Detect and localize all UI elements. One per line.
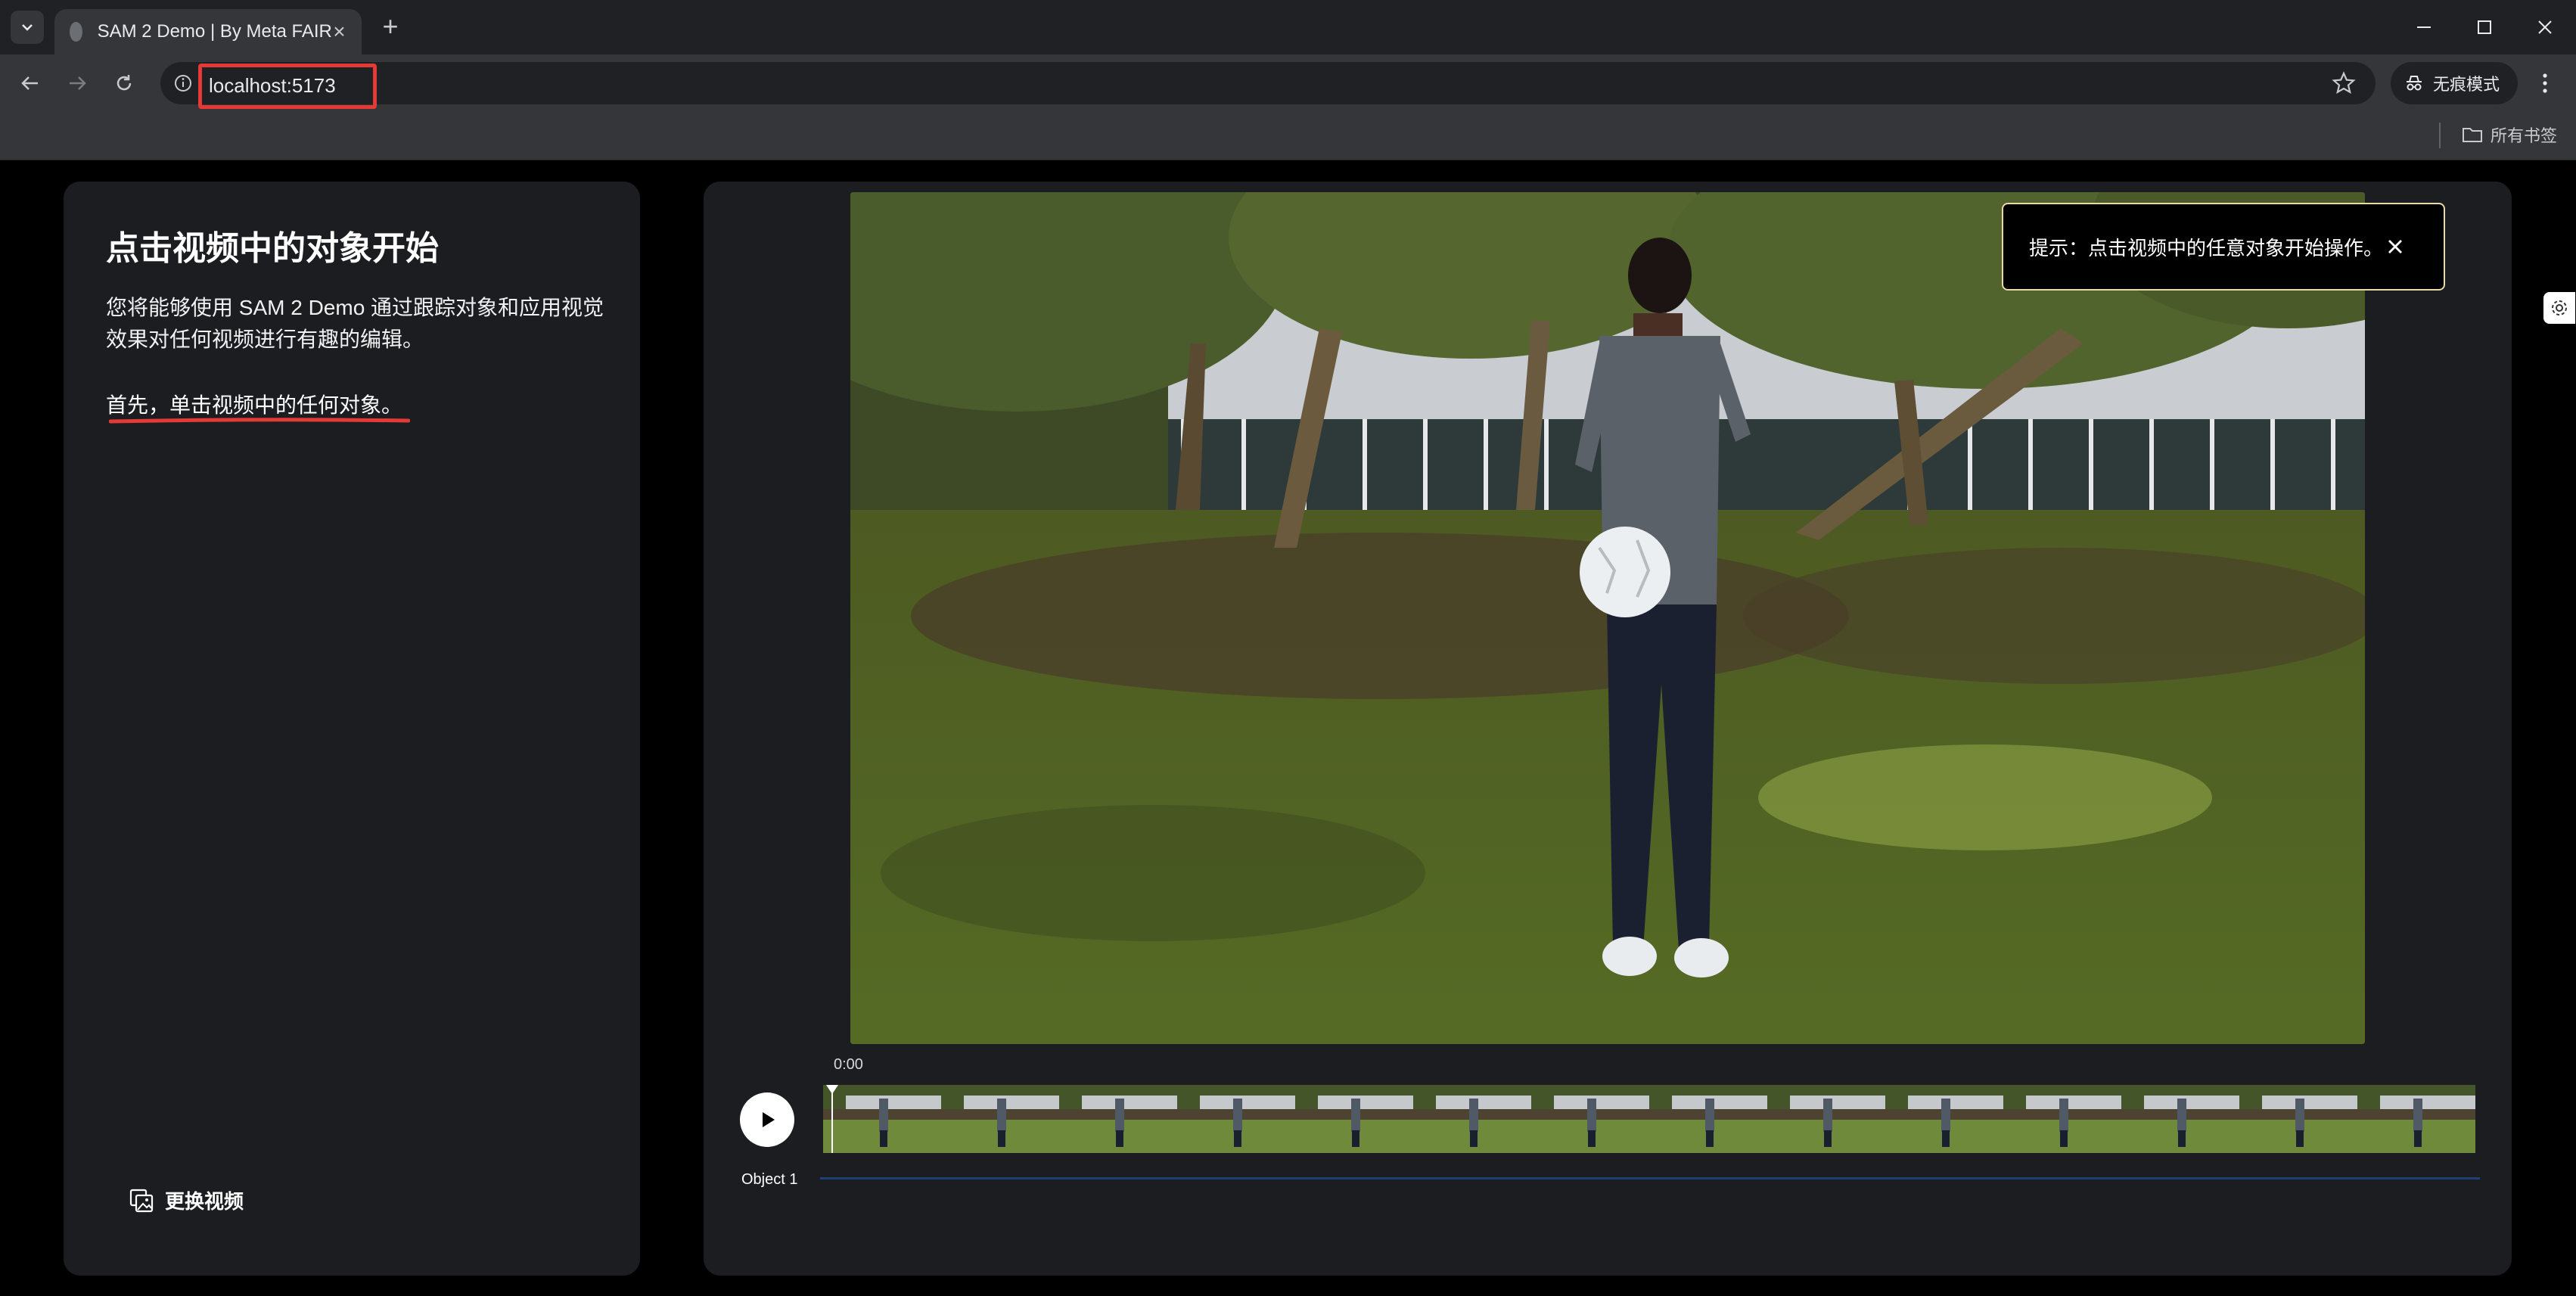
instructions-panel: 点击视频中的对象开始 您将能够使用 SAM 2 Demo 通过跟踪对象和应用视觉…: [64, 182, 640, 1276]
globe-icon: [70, 22, 82, 42]
object-track-line[interactable]: [820, 1177, 2480, 1179]
floating-settings-button[interactable]: [2543, 292, 2575, 324]
hint-text: 提示：点击视频中的任意对象开始操作。: [2029, 236, 2384, 260]
filmstrip-frame: [1413, 1085, 1531, 1153]
incognito-badge[interactable]: 无痕模式: [2391, 62, 2518, 104]
filmstrip-frame: [2357, 1085, 2475, 1153]
close-window-button[interactable]: [2515, 0, 2575, 54]
close-icon: [2538, 20, 2552, 34]
incognito-label: 无痕模式: [2433, 75, 2500, 94]
settings-icon: [2552, 300, 2567, 315]
browser-toolbar: localhost:5173 无痕模式: [0, 54, 2576, 112]
minimize-button[interactable]: [2394, 0, 2454, 54]
browser-tab-active[interactable]: SAM 2 Demo | By Meta FAIR ×: [54, 9, 362, 54]
intro-description: 您将能够使用 SAM 2 Demo 通过跟踪对象和应用视觉效果对任何视频进行有趣…: [106, 296, 604, 351]
app-window: SAM 2 Demo | By Meta FAIR × + localhost:…: [0, 0, 2576, 1296]
filmstrip-frame: [941, 1085, 1059, 1153]
close-icon[interactable]: [2382, 233, 2409, 260]
new-tab-button[interactable]: +: [374, 11, 407, 44]
bookmarks-bar: 所有书签: [0, 112, 2576, 160]
image-swap-icon: [129, 1189, 154, 1212]
all-bookmarks-button[interactable]: 所有书签: [2462, 123, 2557, 147]
change-video-label: 更换视频: [165, 1190, 244, 1213]
video-canvas[interactable]: [850, 192, 2365, 1044]
filmstrip-frames[interactable]: [823, 1085, 2480, 1153]
kebab-icon: [2543, 73, 2547, 93]
star-icon[interactable]: [2330, 70, 2357, 97]
current-time: 0:00: [834, 1056, 863, 1073]
browser-tabbar: SAM 2 Demo | By Meta FAIR × +: [0, 0, 2576, 54]
browser-menu-button[interactable]: [2527, 65, 2563, 101]
play-button[interactable]: [740, 1092, 794, 1147]
filmstrip-frame: [1295, 1085, 1413, 1153]
forward-button[interactable]: [59, 65, 95, 101]
reload-icon: [117, 75, 132, 91]
change-video-button[interactable]: 更换视频: [129, 1186, 244, 1214]
all-bookmarks-label: 所有书签: [2491, 126, 2558, 145]
filmstrip-frame: [1767, 1085, 1885, 1153]
close-tab-icon[interactable]: ×: [332, 20, 346, 44]
tab-title: SAM 2 Demo | By Meta FAIR: [97, 21, 332, 42]
filmstrip-frame: [2003, 1085, 2121, 1153]
page-title: 点击视频中的对象开始: [106, 230, 439, 267]
bookmarks-divider: [2439, 123, 2441, 148]
filmstrip-frame: [1885, 1085, 2003, 1153]
forward-icon: [70, 76, 86, 90]
video-frame-image[interactable]: [850, 192, 2365, 1044]
first-step-text: 首先，单击视频中的任何对象。: [106, 393, 403, 417]
back-icon: [21, 76, 38, 90]
object-track-label: Object 1: [741, 1171, 798, 1188]
folder-icon: [2463, 128, 2482, 142]
video-editor-panel: 提示：点击视频中的任意对象开始操作。 0:00 Object 1: [704, 182, 2512, 1276]
tab-search-button[interactable]: [11, 11, 44, 44]
filmstrip-frame: [1177, 1085, 1295, 1153]
filmstrip-frame: [2239, 1085, 2357, 1153]
filmstrip-frame: [1531, 1085, 1649, 1153]
play-icon: [763, 1112, 775, 1127]
maximize-button[interactable]: [2454, 0, 2515, 54]
address-bar[interactable]: localhost:5173: [160, 62, 2376, 109]
incognito-icon: [2407, 76, 2422, 91]
chevron-down-icon: [22, 24, 33, 31]
filmstrip-frame: [1059, 1085, 1177, 1153]
back-button[interactable]: [12, 65, 48, 101]
reload-button[interactable]: [106, 65, 142, 101]
red-underline-annotation: [109, 418, 410, 424]
url-text[interactable]: localhost:5173: [209, 74, 336, 98]
hint-toast: 提示：点击视频中的任意对象开始操作。: [2002, 203, 2445, 291]
maximize-icon: [2478, 20, 2491, 34]
info-icon[interactable]: [172, 73, 194, 94]
filmstrip-frame: [1649, 1085, 1767, 1153]
timeline-filmstrip[interactable]: [823, 1085, 2480, 1153]
minimize-icon: [2417, 26, 2431, 28]
filmstrip-frame: [823, 1085, 941, 1153]
filmstrip-frame: [2121, 1085, 2239, 1153]
